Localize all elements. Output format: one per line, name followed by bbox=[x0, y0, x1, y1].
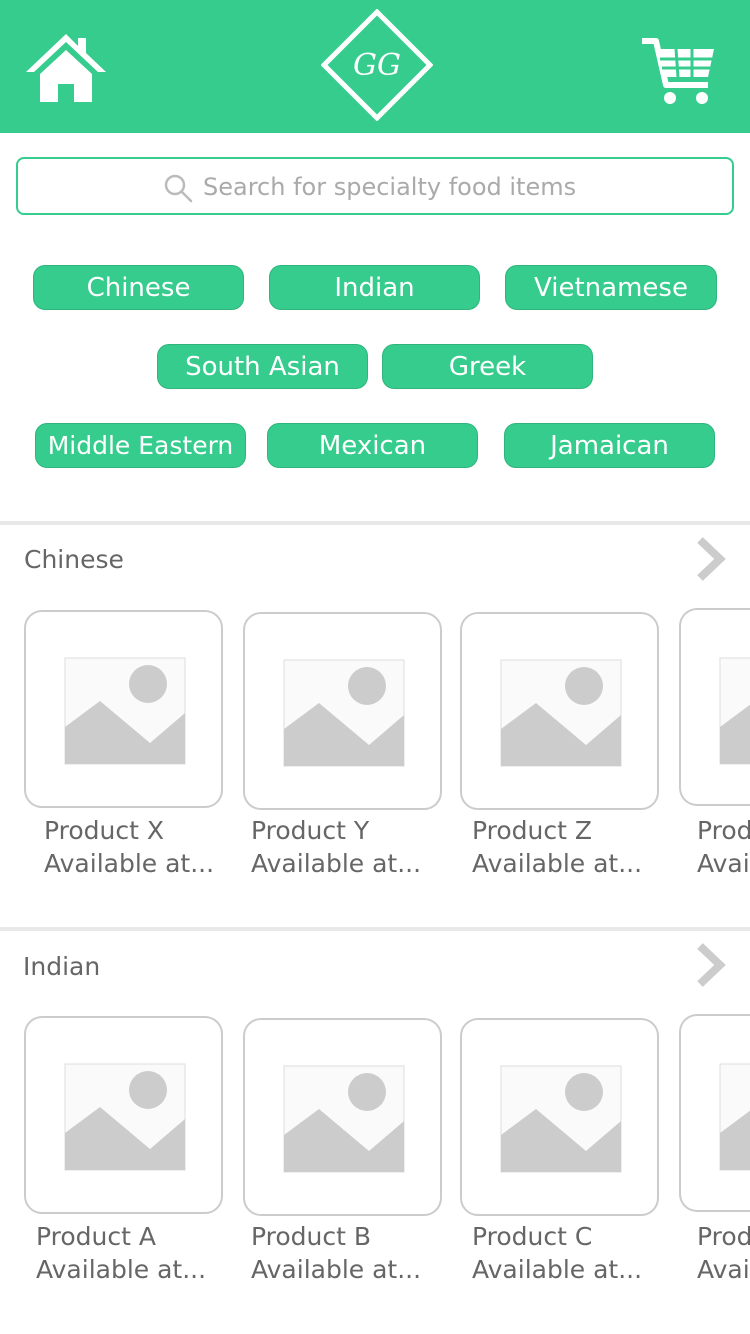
section-divider bbox=[0, 927, 750, 931]
category-chip-mexican[interactable]: Mexican bbox=[267, 423, 478, 468]
product-name: Product A bbox=[36, 1222, 156, 1251]
section-divider bbox=[0, 521, 750, 525]
cart-icon bbox=[642, 38, 714, 104]
product-availability: Available at... bbox=[472, 1255, 642, 1284]
category-chip-middle-eastern[interactable]: Middle Eastern bbox=[35, 423, 246, 468]
home-button[interactable] bbox=[24, 30, 108, 104]
image-placeholder-icon bbox=[719, 1063, 750, 1171]
category-chip-greek[interactable]: Greek bbox=[382, 344, 593, 389]
image-placeholder-icon bbox=[64, 657, 186, 765]
product-card-x[interactable] bbox=[24, 610, 223, 808]
product-card-partial[interactable] bbox=[679, 1014, 750, 1212]
chevron-right-icon[interactable] bbox=[694, 942, 728, 988]
product-name: Product X bbox=[44, 816, 164, 845]
image-placeholder-icon bbox=[719, 657, 750, 765]
product-card-y[interactable] bbox=[243, 612, 442, 810]
product-availability: Available at... bbox=[697, 1255, 750, 1284]
image-placeholder-icon bbox=[500, 1065, 622, 1173]
product-availability: Available at... bbox=[44, 849, 214, 878]
logo-text: GG bbox=[353, 48, 401, 83]
product-availability: Available at... bbox=[251, 1255, 421, 1284]
search-input[interactable] bbox=[203, 165, 703, 209]
product-card-partial[interactable] bbox=[679, 608, 750, 806]
product-card-b[interactable] bbox=[243, 1018, 442, 1216]
product-name: Product C bbox=[472, 1222, 593, 1251]
product-name: Product B bbox=[251, 1222, 372, 1251]
product-name: Product Z bbox=[472, 816, 592, 845]
product-name: Product bbox=[697, 1222, 750, 1251]
image-placeholder-icon bbox=[500, 659, 622, 767]
image-placeholder-icon bbox=[283, 659, 405, 767]
home-icon bbox=[26, 34, 106, 102]
search-icon bbox=[164, 174, 193, 203]
product-availability: Available at... bbox=[36, 1255, 206, 1284]
product-availability: Available at... bbox=[697, 849, 750, 878]
cart-button[interactable] bbox=[640, 35, 718, 107]
product-availability: Available at... bbox=[251, 849, 421, 878]
search-bar[interactable] bbox=[16, 157, 734, 215]
chevron-right-icon[interactable] bbox=[694, 536, 728, 582]
product-availability: Available at... bbox=[472, 849, 642, 878]
app-header: GG bbox=[0, 0, 750, 133]
product-name: Product Y bbox=[251, 816, 370, 845]
category-chip-south-asian[interactable]: South Asian bbox=[157, 344, 368, 389]
category-chip-vietnamese[interactable]: Vietnamese bbox=[505, 265, 717, 310]
product-card-c[interactable] bbox=[460, 1018, 659, 1216]
image-placeholder-icon bbox=[64, 1063, 186, 1171]
product-card-z[interactable] bbox=[460, 612, 659, 810]
category-chip-indian[interactable]: Indian bbox=[269, 265, 480, 310]
section-title-chinese: Chinese bbox=[24, 545, 124, 574]
product-card-a[interactable] bbox=[24, 1016, 223, 1214]
product-name: Product bbox=[697, 816, 750, 845]
section-title-indian: Indian bbox=[23, 952, 101, 981]
category-chip-jamaican[interactable]: Jamaican bbox=[504, 423, 715, 468]
image-placeholder-icon bbox=[283, 1065, 405, 1173]
brand-logo[interactable]: GG bbox=[320, 8, 434, 122]
category-chip-chinese[interactable]: Chinese bbox=[33, 265, 244, 310]
